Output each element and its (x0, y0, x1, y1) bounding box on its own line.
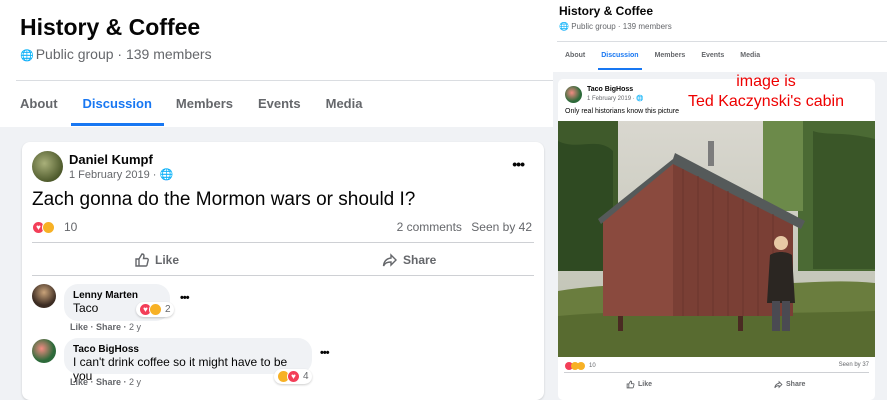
screenshot-tab-members[interactable]: Members (655, 52, 686, 70)
screenshot-post-text: Only real historians know this picture (565, 108, 679, 115)
annotation-line-1: image is (736, 73, 796, 90)
comment-reaction-count: 2 (165, 304, 171, 315)
share-arrow-icon (382, 253, 397, 267)
tab-media[interactable]: Media (326, 96, 363, 126)
haha-reaction-icon (42, 220, 55, 234)
annotation-line-2: Ted Kaczynski's cabin (687, 93, 844, 110)
comments-count[interactable]: 2 comments (397, 220, 462, 234)
screenshot-like-button[interactable]: Like (626, 380, 652, 389)
tab-events[interactable]: Events (258, 96, 301, 126)
thumbs-up-icon (626, 380, 635, 389)
more-dots-icon[interactable]: ••• (180, 292, 190, 304)
screenshot-reaction-count: 10 (589, 363, 596, 369)
screenshot-seen-count[interactable]: Seen by 37 (839, 362, 869, 368)
haha-reaction-icon (149, 303, 162, 316)
screenshot-header-divider (557, 41, 887, 42)
post-stats: 2 comments Seen by 42 (397, 220, 532, 234)
share-label: Share (403, 253, 437, 267)
share-arrow-icon (774, 380, 783, 389)
screenshot-share-label: Share (786, 381, 806, 388)
screenshot-share-button[interactable]: Share (774, 380, 805, 389)
screenshot-tab-events[interactable]: Events (701, 52, 724, 70)
comment-actions: Like · Share · 2 y (70, 377, 142, 387)
commenter-avatar[interactable] (32, 339, 56, 363)
screenshot-group-header: History & Coffee 🌐 Public group · 139 me… (553, 0, 887, 72)
screenshot-post-reactions[interactable]: 10 (565, 362, 596, 370)
tab-members[interactable]: Members (176, 96, 233, 126)
like-label: Like (155, 253, 180, 267)
share-button[interactable]: Share (382, 252, 436, 268)
comment-actions: Like · Share · 2 y (70, 322, 142, 332)
post-reactions[interactable]: ♥ 10 (32, 220, 77, 234)
comment-time[interactable]: 2 y (129, 322, 141, 332)
comment-share-link[interactable]: Share (96, 377, 121, 387)
screenshot-tab-media[interactable]: Media (740, 52, 760, 70)
author-avatar[interactable] (32, 151, 63, 182)
group-meta-text: Public group · 139 members (35, 46, 212, 62)
comment-reaction-count: 4 (303, 371, 309, 382)
reaction-count: 10 (64, 220, 78, 234)
actions-top-divider (32, 242, 534, 243)
group-tabs: About Discussion Members Events Media (20, 96, 387, 126)
post-card: Daniel Kumpf 1 February 2019 · 🌐 ••• Zac… (22, 142, 544, 400)
comment-bubble: Taco BigHoss I can't drink coffee so it … (64, 338, 312, 383)
post-date[interactable]: 1 February 2019 · 🌐 (69, 168, 173, 181)
actions-bottom-divider (32, 275, 534, 276)
left-panel: History & Coffee 🌐 Public group · 139 mem… (0, 0, 553, 400)
tab-discussion[interactable]: Discussion (70, 96, 164, 126)
right-panel: History & Coffee 🌐 Public group · 139 me… (553, 0, 887, 400)
screenshot-post-date[interactable]: 1 February 2019 · 🌐 (587, 95, 644, 102)
comment-reactions[interactable]: ♥ 4 (274, 369, 312, 384)
screenshot-group-title[interactable]: History & Coffee (559, 4, 653, 18)
globe-icon: 🌐 (20, 50, 34, 62)
globe-icon: 🌐 (159, 169, 174, 181)
screenshot-post-author[interactable]: Taco BigHoss (587, 86, 633, 93)
group-meta: 🌐 Public group · 139 members (20, 46, 212, 62)
globe-icon: 🌐 (559, 22, 569, 31)
post-author[interactable]: Daniel Kumpf (69, 152, 153, 167)
group-title[interactable]: History & Coffee (20, 14, 200, 41)
wow-reaction-icon (577, 362, 585, 370)
screenshot-tab-discussion[interactable]: Discussion (598, 52, 642, 70)
more-dots-icon[interactable]: ••• (512, 156, 525, 172)
tab-about[interactable]: About (20, 96, 58, 126)
screenshot-tab-about[interactable]: About (565, 52, 585, 70)
seen-count[interactable]: Seen by 42 (471, 220, 532, 234)
comment-like-link[interactable]: Like (70, 322, 88, 332)
screenshot-post-card: Taco BigHoss 1 February 2019 · 🌐 Only re… (558, 73, 875, 400)
like-button[interactable]: Like (134, 252, 179, 268)
comment-reactions[interactable]: ♥ 2 (136, 302, 174, 317)
comment-author[interactable]: Lenny Marten (73, 290, 161, 301)
screenshot-author-avatar[interactable] (565, 86, 582, 103)
group-header: History & Coffee 🌐 Public group · 139 mem… (0, 0, 553, 127)
screenshot-divider (564, 372, 869, 373)
header-divider (16, 80, 553, 81)
comment-time[interactable]: 2 y (129, 377, 141, 387)
commenter-avatar[interactable] (32, 284, 56, 308)
cabin-photo[interactable] (558, 121, 875, 357)
screenshot-group-meta: 🌐 Public group · 139 members (559, 22, 672, 31)
post-text: Zach gonna do the Mormon wars or should … (32, 189, 416, 210)
comment-share-link[interactable]: Share (96, 322, 121, 332)
love-reaction-icon: ♥ (287, 370, 300, 383)
screenshot-like-label: Like (638, 381, 653, 388)
thumbs-up-icon (135, 253, 149, 267)
comment-author[interactable]: Taco BigHoss (73, 344, 303, 355)
more-dots-icon[interactable]: ••• (320, 347, 330, 359)
screenshot-tabs: About Discussion Members Events Media (565, 52, 776, 70)
comment-like-link[interactable]: Like (70, 377, 88, 387)
